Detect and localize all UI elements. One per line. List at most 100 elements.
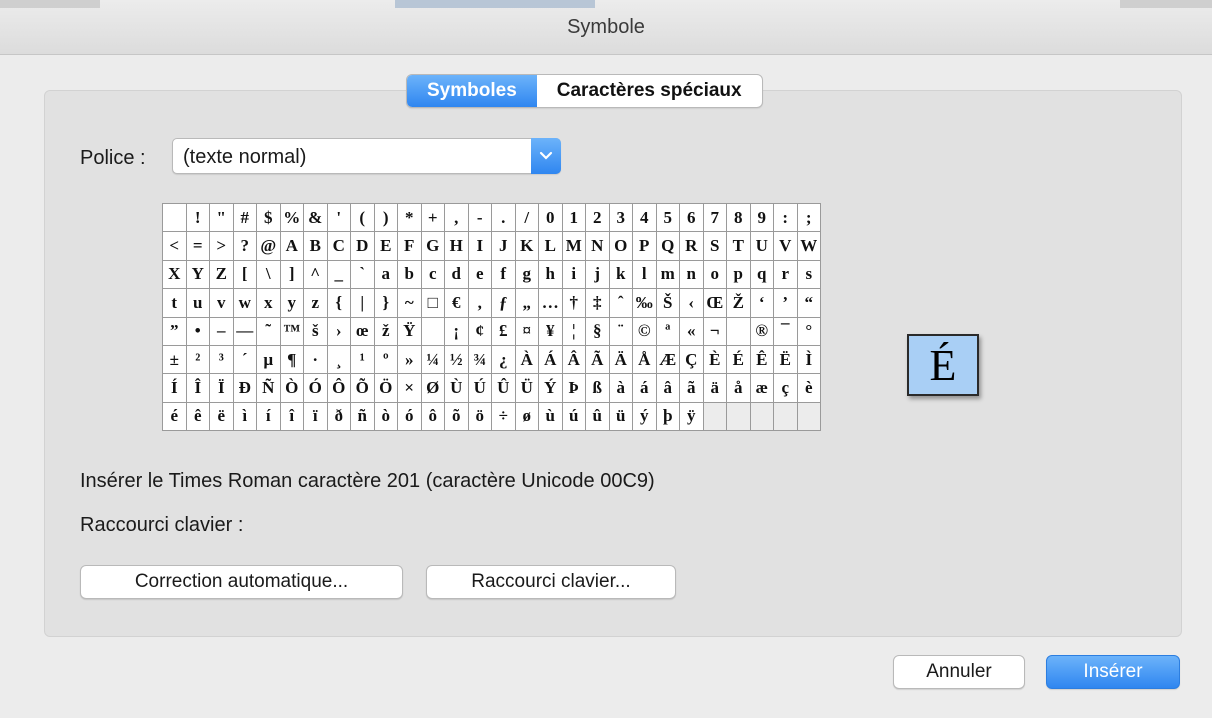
symbol-cell[interactable]: u	[185, 288, 210, 318]
symbol-cell[interactable]: •	[185, 316, 210, 346]
symbol-cell[interactable]: Ð	[232, 373, 257, 403]
symbol-cell[interactable]: Y	[185, 259, 210, 290]
symbol-cell[interactable]: ;	[796, 202, 821, 233]
title-bar[interactable]: Symbole	[0, 0, 1212, 55]
symbol-cell[interactable]: s	[796, 259, 821, 290]
symbol-cell[interactable]: }	[373, 288, 398, 318]
symbol-cell[interactable]: Q	[655, 231, 680, 261]
symbol-cell[interactable]: ²	[185, 344, 210, 375]
symbol-cell[interactable]: £	[491, 316, 516, 346]
symbol-cell[interactable]: ñ	[350, 401, 375, 432]
symbol-cell[interactable]: ›	[326, 316, 351, 346]
symbol-cell[interactable]: f	[491, 259, 516, 290]
symbol-cell[interactable]: i	[561, 259, 586, 290]
font-select[interactable]: (texte normal)	[172, 138, 561, 174]
symbol-cell[interactable]: ž	[373, 316, 398, 346]
symbol-cell[interactable]: {	[326, 288, 351, 318]
symbol-cell[interactable]: \	[256, 259, 281, 290]
symbol-cell[interactable]: &	[303, 202, 328, 233]
symbol-cell[interactable]: 9	[749, 202, 774, 233]
symbol-cell[interactable]: ø	[514, 401, 539, 432]
symbol-cell[interactable]: $	[256, 202, 281, 233]
symbol-cell[interactable]: ¹	[350, 344, 375, 375]
symbol-cell[interactable]: ä	[702, 373, 727, 403]
symbol-cell[interactable]: °	[796, 316, 821, 346]
symbol-cell[interactable]: K	[514, 231, 539, 261]
symbol-cell[interactable]: ¨	[608, 316, 633, 346]
symbol-cell[interactable]: ë	[209, 401, 234, 432]
symbol-cell[interactable]: □	[420, 288, 445, 318]
symbol-cell[interactable]: ˜	[256, 316, 281, 346]
symbol-cell[interactable]: é	[162, 401, 187, 432]
symbol-cell[interactable]: Ë	[773, 344, 798, 375]
symbol-cell[interactable]: ˆ	[608, 288, 633, 318]
symbol-cell[interactable]: Ñ	[256, 373, 281, 403]
insert-button[interactable]: Insérer	[1046, 655, 1180, 689]
symbol-cell[interactable]: ‡	[585, 288, 610, 318]
symbol-cell[interactable]: l	[632, 259, 657, 290]
symbol-cell[interactable]: Z	[209, 259, 234, 290]
symbol-cell[interactable]	[162, 202, 187, 233]
chevron-down-icon[interactable]	[531, 138, 561, 174]
symbol-cell[interactable]: h	[538, 259, 563, 290]
symbol-cell[interactable]: ƒ	[491, 288, 516, 318]
symbol-cell[interactable]: þ	[655, 401, 680, 432]
symbol-cell[interactable]: ç	[773, 373, 798, 403]
symbol-cell[interactable]: k	[608, 259, 633, 290]
symbol-cell[interactable]: Š	[655, 288, 680, 318]
symbol-cell[interactable]: ¸	[326, 344, 351, 375]
symbol-cell[interactable]: ì	[232, 401, 257, 432]
symbol-cell[interactable]: )	[373, 202, 398, 233]
symbol-cell[interactable]: ½	[444, 344, 469, 375]
symbol-cell[interactable]: .	[491, 202, 516, 233]
symbol-cell[interactable]: ‹	[679, 288, 704, 318]
symbol-cell[interactable]: È	[702, 344, 727, 375]
symbol-cell[interactable]: _	[326, 259, 351, 290]
symbol-cell[interactable]: z	[303, 288, 328, 318]
symbol-cell[interactable]: æ	[749, 373, 774, 403]
symbol-cell[interactable]: ¼	[420, 344, 445, 375]
symbol-cell[interactable]: ò	[373, 401, 398, 432]
symbol-cell[interactable]: à	[608, 373, 633, 403]
symbol-cell[interactable]: –	[209, 316, 234, 346]
symbol-cell[interactable]: è	[796, 373, 821, 403]
symbol-cell[interactable]: o	[702, 259, 727, 290]
symbol-cell[interactable]: À	[514, 344, 539, 375]
symbol-cell[interactable]: 5	[655, 202, 680, 233]
symbol-cell[interactable]: F	[397, 231, 422, 261]
symbol-cell[interactable]: w	[232, 288, 257, 318]
symbol-cell[interactable]: Ù	[444, 373, 469, 403]
symbol-cell[interactable]: '	[326, 202, 351, 233]
symbol-cell[interactable]: ú	[561, 401, 586, 432]
symbol-cell[interactable]: Å	[632, 344, 657, 375]
symbol-cell[interactable]: “	[796, 288, 821, 318]
symbol-cell[interactable]: H	[444, 231, 469, 261]
symbol-cell[interactable]: ´	[232, 344, 257, 375]
symbol-cell[interactable]: a	[373, 259, 398, 290]
symbol-cell[interactable]: c	[420, 259, 445, 290]
symbol-cell[interactable]: Ý	[538, 373, 563, 403]
symbol-cell[interactable]: ×	[397, 373, 422, 403]
symbol-cell[interactable]: á	[632, 373, 657, 403]
symbol-cell[interactable]: ’	[773, 288, 798, 318]
symbol-cell[interactable]: P	[632, 231, 657, 261]
symbol-cell[interactable]: î	[279, 401, 304, 432]
symbol-cell[interactable]: É	[726, 344, 751, 375]
symbol-cell[interactable]: n	[679, 259, 704, 290]
symbol-cell[interactable]: Ã	[585, 344, 610, 375]
symbol-cell[interactable]: 3	[608, 202, 633, 233]
symbol-cell[interactable]: å	[726, 373, 751, 403]
symbol-cell[interactable]: ³	[209, 344, 234, 375]
symbol-cell[interactable]: í	[256, 401, 281, 432]
symbol-cell[interactable]: 2	[585, 202, 610, 233]
symbol-cell[interactable]: ¶	[279, 344, 304, 375]
symbol-cell[interactable]: 1	[561, 202, 586, 233]
symbol-cell[interactable]: Ÿ	[397, 316, 422, 346]
symbol-cell[interactable]: ,	[444, 202, 469, 233]
symbol-cell[interactable]: q	[749, 259, 774, 290]
symbol-cell[interactable]: —	[232, 316, 257, 346]
symbol-cell[interactable]: <	[162, 231, 187, 261]
symbol-cell[interactable]: „	[514, 288, 539, 318]
symbol-cell[interactable]: †	[561, 288, 586, 318]
symbol-cell[interactable]: !	[185, 202, 210, 233]
